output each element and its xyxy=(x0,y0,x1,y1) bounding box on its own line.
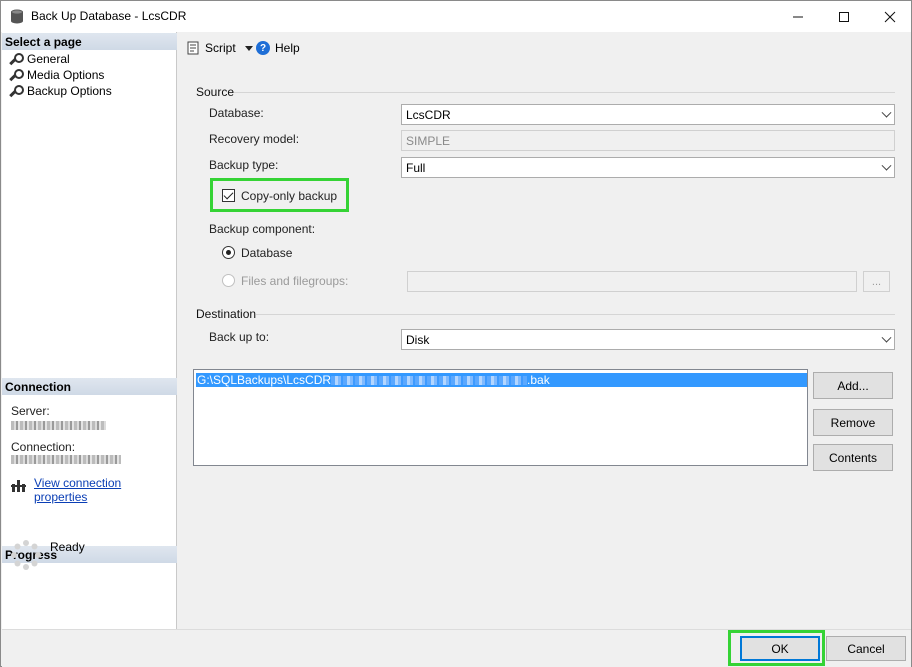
minimize-icon xyxy=(793,16,803,17)
contents-button[interactable]: Contents xyxy=(813,444,893,471)
backup-type-value: Full xyxy=(406,161,426,175)
component-files-radio[interactable] xyxy=(222,274,235,287)
script-label: Script xyxy=(205,41,236,55)
source-group-label: Source xyxy=(196,85,235,99)
connection-label: Connection: xyxy=(11,440,76,454)
maximize-button[interactable] xyxy=(821,1,867,32)
backup-destinations-list[interactable]: G:\SQLBackups\LcsCDR .bak xyxy=(193,369,808,466)
copy-only-label: Copy-only backup xyxy=(241,189,338,203)
database-value: LcsCDR xyxy=(406,108,451,122)
select-page-header: Select a page xyxy=(2,33,177,50)
window-title: Back Up Database - LcsCDR xyxy=(31,9,187,23)
toolbar: Script ? Help xyxy=(178,32,911,65)
chevron-down-icon xyxy=(881,107,892,118)
page-item-label: Backup Options xyxy=(27,84,112,98)
wrench-icon xyxy=(8,52,24,66)
help-button[interactable]: ? Help xyxy=(256,41,300,55)
help-label: Help xyxy=(275,41,300,55)
script-icon xyxy=(187,41,199,55)
back-up-to-value: Disk xyxy=(406,333,430,347)
chevron-down-icon xyxy=(881,332,892,343)
filegroups-browse-button[interactable]: ... xyxy=(863,271,890,292)
component-database-radio[interactable] xyxy=(222,246,235,259)
server-label: Server: xyxy=(11,404,50,418)
page-item-media-options[interactable]: Media Options xyxy=(8,67,104,83)
backup-component-label: Backup component: xyxy=(209,222,316,236)
minimize-button[interactable] xyxy=(775,1,821,32)
backup-type-label: Backup type: xyxy=(209,158,279,172)
destination-group-label: Destination xyxy=(196,307,257,321)
backup-database-dialog: Back Up Database - LcsCDR Select a page … xyxy=(0,0,912,667)
wrench-icon xyxy=(8,84,24,98)
back-up-to-label: Back up to: xyxy=(209,330,270,344)
back-up-to-select[interactable]: Disk xyxy=(401,329,895,350)
progress-spinner-icon xyxy=(11,540,41,570)
source-divider xyxy=(234,92,895,93)
remove-button[interactable]: Remove xyxy=(813,409,893,436)
close-button[interactable] xyxy=(867,1,912,32)
page-item-label: General xyxy=(27,52,70,66)
list-item[interactable]: G:\SQLBackups\LcsCDR .bak xyxy=(196,373,807,387)
path-redacted xyxy=(331,376,528,386)
filegroups-input[interactable] xyxy=(407,271,857,292)
progress-status: Ready xyxy=(50,540,85,554)
script-button[interactable]: Script xyxy=(186,41,253,55)
page-item-general[interactable]: General xyxy=(8,51,70,67)
copy-only-checkbox[interactable] xyxy=(222,189,235,202)
connection-plug-icon xyxy=(11,480,26,492)
recovery-model-value: SIMPLE xyxy=(406,134,451,148)
component-files-label: Files and filegroups: xyxy=(241,274,349,288)
help-icon: ? xyxy=(256,41,270,55)
close-icon xyxy=(884,11,896,22)
recovery-model-field: SIMPLE xyxy=(401,130,895,151)
wrench-icon xyxy=(8,68,24,82)
database-icon xyxy=(11,9,23,24)
chevron-down-icon xyxy=(244,45,253,51)
database-label: Database: xyxy=(209,106,264,120)
title-bar: Back Up Database - LcsCDR xyxy=(1,1,911,32)
cancel-button[interactable]: Cancel xyxy=(826,636,906,661)
chevron-down-icon xyxy=(881,160,892,171)
ok-button[interactable]: OK xyxy=(740,636,820,661)
connection-header: Connection xyxy=(2,378,177,395)
destination-divider xyxy=(256,314,895,315)
view-connection-properties-link[interactable]: View connection properties xyxy=(34,476,176,504)
recovery-model-label: Recovery model: xyxy=(209,132,300,146)
left-pane: Select a page General Media Options Back… xyxy=(2,32,177,629)
connection-value-redacted xyxy=(11,455,121,464)
path-prefix: G:\SQLBackups\LcsCDR xyxy=(197,373,332,387)
path-suffix: .bak xyxy=(527,373,550,387)
server-value-redacted xyxy=(11,421,106,430)
maximize-icon xyxy=(839,11,849,22)
add-button[interactable]: Add... xyxy=(813,372,893,399)
backup-type-select[interactable]: Full xyxy=(401,157,895,178)
database-select[interactable]: LcsCDR xyxy=(401,104,895,125)
component-database-label: Database xyxy=(241,246,293,260)
page-item-label: Media Options xyxy=(27,68,105,82)
page-item-backup-options[interactable]: Backup Options xyxy=(8,83,112,99)
